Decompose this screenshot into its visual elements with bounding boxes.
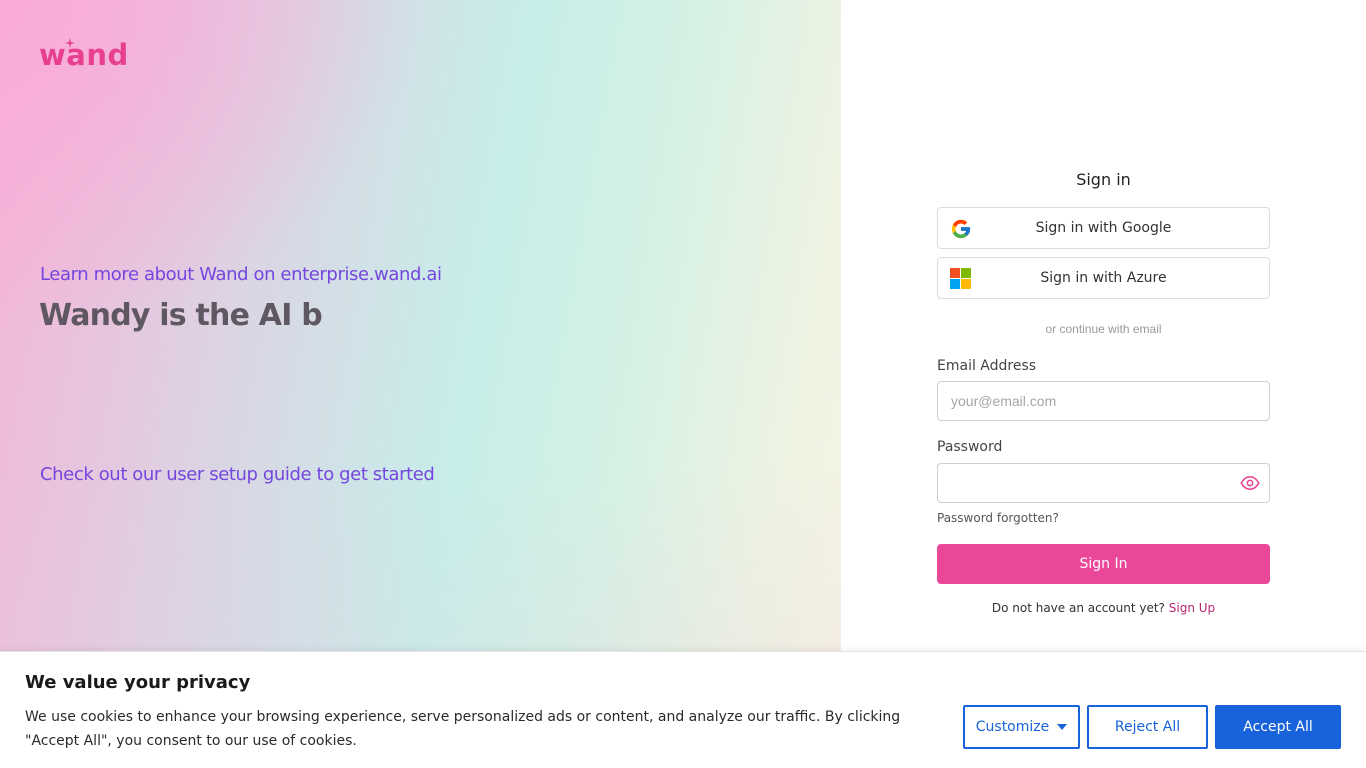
- logo-wordmark: wand: [39, 38, 129, 72]
- email-label: Email Address: [937, 358, 1037, 374]
- customize-button[interactable]: Customize: [963, 705, 1080, 749]
- forgot-password-link[interactable]: Password forgotten?: [937, 511, 1059, 525]
- google-signin-label: Sign in with Google: [1035, 220, 1172, 236]
- google-signin-button[interactable]: Sign in with Google: [937, 207, 1270, 249]
- sparkle-icon: [65, 38, 75, 48]
- password-field[interactable]: [937, 463, 1270, 503]
- cookie-description: We use cookies to enhance your browsing …: [25, 709, 901, 749]
- password-label: Password: [937, 439, 1003, 455]
- customize-label: Customize: [975, 719, 1050, 735]
- google-icon: [951, 219, 971, 239]
- hero-headline: Wandy is the AI b: [39, 298, 323, 333]
- eye-icon[interactable]: [1240, 474, 1260, 492]
- signin-title: Sign in: [1076, 170, 1131, 189]
- signup-link[interactable]: Sign Up: [1169, 601, 1215, 615]
- signin-button[interactable]: Sign In: [937, 544, 1270, 584]
- email-field[interactable]: [937, 381, 1270, 421]
- accept-all-button[interactable]: Accept All: [1215, 705, 1341, 749]
- enterprise-link[interactable]: Learn more about Wand on enterprise.wand…: [40, 264, 442, 285]
- cookie-banner: We value your privacy We use cookies to …: [0, 651, 1366, 768]
- caret-down-icon: [1057, 724, 1068, 730]
- signup-row: Do not have an account yet? Sign Up: [841, 601, 1366, 615]
- microsoft-icon: [950, 268, 972, 290]
- no-account-text: Do not have an account yet?: [991, 601, 1165, 615]
- wand-logo[interactable]: wand: [39, 38, 149, 72]
- azure-signin-button[interactable]: Sign in with Azure: [937, 257, 1270, 299]
- azure-signin-label: Sign in with Azure: [1040, 270, 1167, 286]
- email-divider: or continue with email: [1045, 322, 1162, 336]
- setup-guide-link[interactable]: Check out our user setup guide to get st…: [40, 464, 435, 485]
- reject-all-button[interactable]: Reject All: [1087, 705, 1208, 749]
- cookie-title: We value your privacy: [25, 672, 251, 693]
